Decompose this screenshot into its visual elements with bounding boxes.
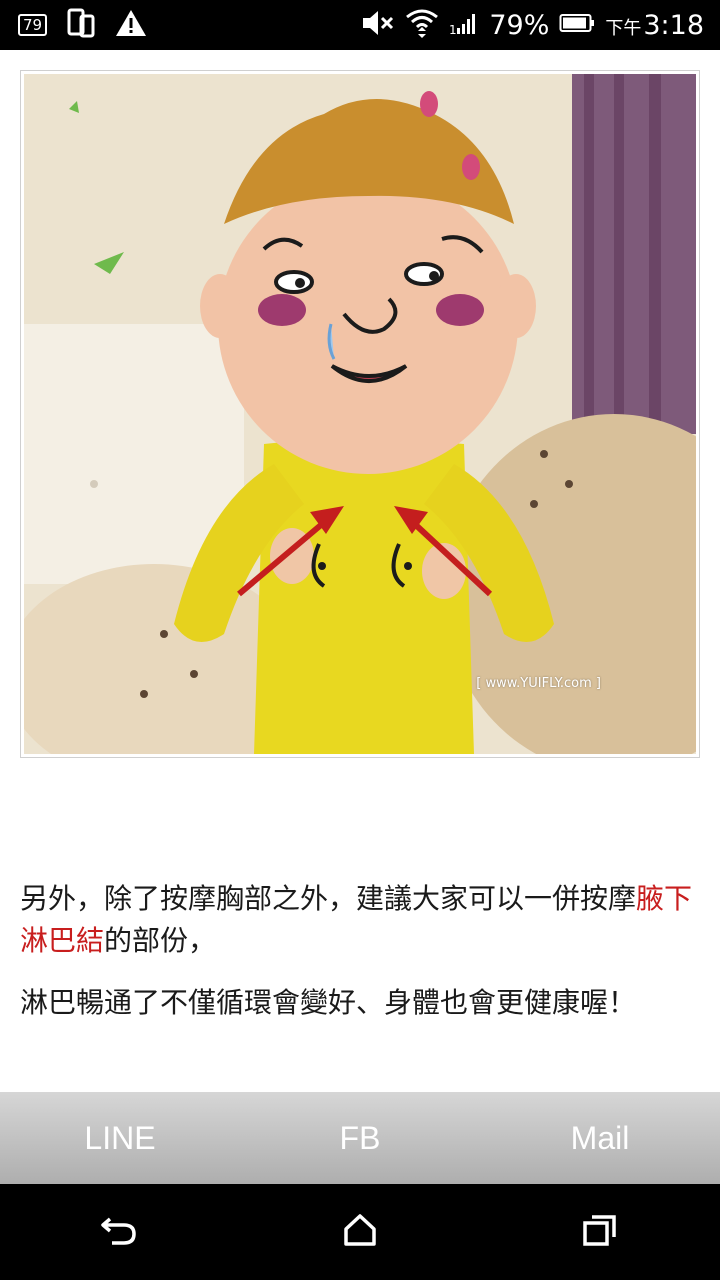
share-bar: LINE FB Mail [0,1092,720,1184]
article-paragraph-2: 淋巴暢通了不僅循環會變好、身體也會更健康喔！ [20,986,637,1019]
battery-percent: 79% [489,9,550,41]
clock: 下午 3:18 [605,10,704,41]
notification-badge-icon: 79 [18,14,48,36]
status-bar: 79 1 79% 下午 3:18 [0,0,720,50]
battery-icon [559,12,595,38]
recents-icon [582,1213,618,1251]
share-mail-button[interactable]: Mail [500,1120,700,1157]
wifi-icon [405,7,439,43]
article-paragraph-1: 另外，除了按摩胸部之外，建議大家可以一併按摩腋下淋巴結的部份， [20,878,700,962]
photo-canvas: [ www.YUIFLY.com ] [24,74,696,754]
time: 3:18 [643,9,704,41]
svg-text:1: 1 [449,23,457,36]
screen-rotate-icon [67,8,95,42]
article-photo[interactable]: [ www.YUIFLY.com ] [20,70,700,758]
share-line-button[interactable]: LINE [20,1120,220,1157]
home-button[interactable] [320,1202,400,1262]
status-left: 79 [18,8,147,42]
mute-icon [361,9,395,41]
warning-icon [115,9,147,41]
recents-button[interactable] [560,1202,640,1262]
paragraph-1-text: 另外，除了按摩胸部之外，建議大家可以一併按摩 [20,882,637,915]
system-nav-bar [0,1184,720,1280]
signal-icon: 1 [449,10,479,40]
article-body: 另外，除了按摩胸部之外，建議大家可以一併按摩腋下淋巴結的部份， 淋巴暢通了不僅循… [20,878,700,1024]
back-button[interactable] [80,1202,160,1262]
plush-doll-illustration [24,74,696,754]
paragraph-1-tail: 的部份， [104,924,217,957]
time-prefix: 下午 [605,17,642,39]
back-icon [100,1213,140,1251]
status-right: 1 79% 下午 3:18 [361,7,704,43]
home-icon [342,1213,378,1251]
photo-watermark: [ www.YUIFLY.com ] [476,676,601,691]
share-fb-button[interactable]: FB [260,1120,460,1157]
